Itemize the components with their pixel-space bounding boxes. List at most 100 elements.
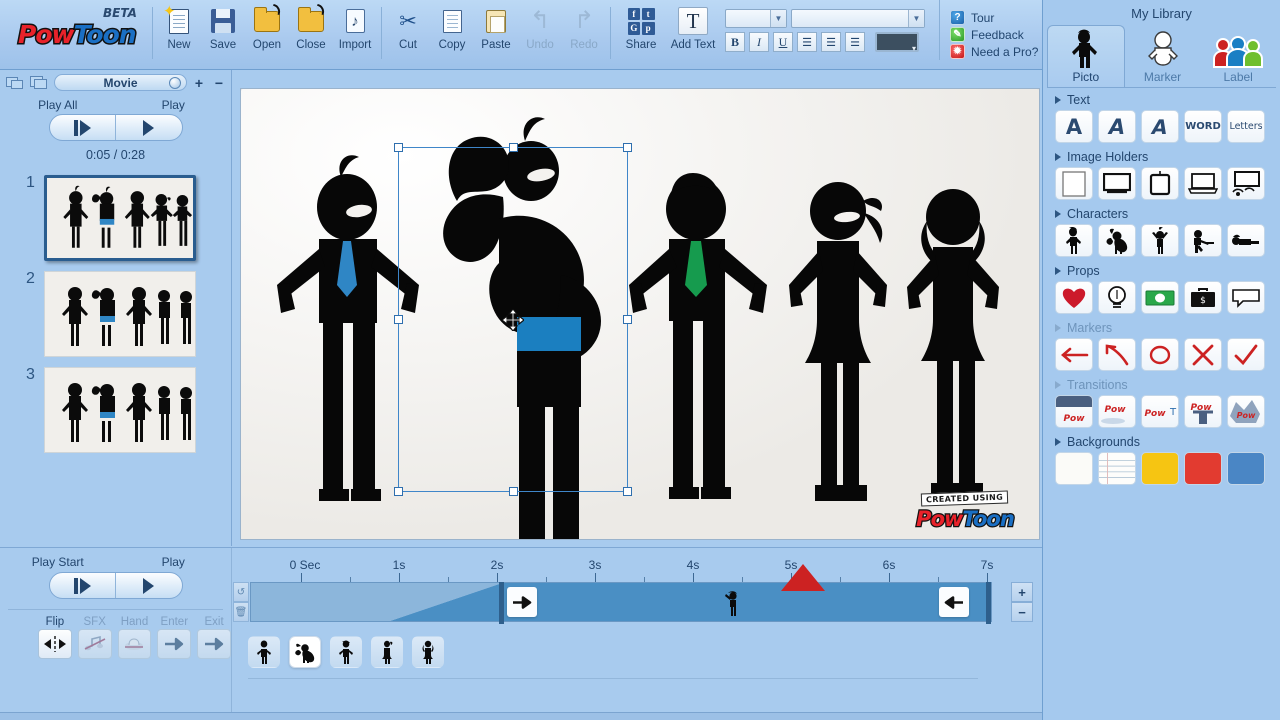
play-start-button[interactable] — [50, 573, 116, 598]
object-businessman-green-thumb[interactable] — [330, 636, 362, 668]
circle-marker-tile[interactable] — [1141, 338, 1179, 371]
tour-link[interactable]: ? Tour — [950, 9, 1038, 26]
play-button[interactable] — [115, 115, 182, 140]
arrow-left-marker-tile[interactable] — [1055, 338, 1093, 371]
timeline-zoom-in-button[interactable]: + — [1011, 582, 1033, 602]
paste-button[interactable]: Paste — [474, 0, 518, 62]
feedback-link[interactable]: ✎ Feedback — [950, 26, 1038, 43]
play-all-button[interactable] — [50, 115, 116, 140]
track-keyframe-character-icon[interactable] — [724, 591, 742, 617]
align-center-button[interactable]: ☰ — [821, 32, 841, 52]
section-header-markers[interactable]: Markers — [1043, 316, 1280, 337]
slide-thumbnail[interactable] — [44, 175, 196, 261]
selection-bounding-box[interactable] — [398, 147, 628, 492]
new-button[interactable]: ✦ New — [157, 0, 201, 62]
character-standing-tile[interactable] — [1055, 224, 1093, 257]
slide-item-1[interactable]: 1 — [0, 170, 231, 266]
undo-small-icon[interactable]: ↺ — [233, 582, 249, 602]
blank-frame-holder-tile[interactable] — [1055, 167, 1093, 200]
object-woman-bob-thumb[interactable] — [412, 636, 444, 668]
tab-marker[interactable]: Marker — [1125, 25, 1201, 87]
slide-canvas[interactable]: CREATED USING PowToon — [240, 88, 1040, 540]
redo-button[interactable]: ↱ Redo — [562, 0, 606, 62]
check-marker-tile[interactable] — [1227, 338, 1265, 371]
text-style-letters-tile[interactable]: Letters — [1227, 110, 1265, 143]
share-button[interactable]: f t G p Share — [615, 0, 667, 62]
open-button[interactable]: Open — [245, 0, 289, 62]
enter-button[interactable] — [157, 629, 191, 659]
underline-button[interactable]: U — [773, 32, 793, 52]
copy-button[interactable]: Copy — [430, 0, 474, 62]
timeline-ruler[interactable]: 0 Sec 1s 2s 3s 4s 5s 6s 7s — [233, 556, 1023, 582]
resize-handle-top-right[interactable] — [623, 143, 632, 152]
font-size-select[interactable]: ▼ — [791, 9, 925, 28]
character-cheering-tile[interactable] — [1141, 224, 1179, 257]
resize-handle-bottom-right[interactable] — [623, 487, 632, 496]
background-lined-paper-tile[interactable] — [1098, 452, 1136, 485]
single-slide-view-button[interactable] — [6, 75, 26, 91]
record-dot-icon[interactable] — [169, 77, 181, 89]
flip-button[interactable] — [38, 629, 72, 659]
text-style-word-tile[interactable]: WORD — [1184, 110, 1222, 143]
track-end-edge[interactable] — [986, 582, 991, 624]
app-logo[interactable]: PowToon BETA — [0, 0, 148, 70]
monitor-desk-holder-tile[interactable] — [1227, 167, 1265, 200]
tv-frame-holder-tile[interactable] — [1098, 167, 1136, 200]
add-slide-button[interactable]: + — [191, 74, 207, 91]
italic-button[interactable]: I — [749, 32, 769, 52]
character-lying-tile[interactable] — [1227, 224, 1265, 257]
section-header-image-holders[interactable]: Image Holders — [1043, 145, 1280, 166]
section-header-transitions[interactable]: Transitions — [1043, 373, 1280, 394]
project-name-field[interactable]: Movie — [54, 74, 187, 91]
object-woman-ponytail-thumb[interactable] — [371, 636, 403, 668]
section-header-props[interactable]: Props — [1043, 259, 1280, 280]
hanging-sign-holder-tile[interactable] — [1141, 167, 1179, 200]
resize-handle-top-center[interactable] — [509, 143, 518, 152]
section-header-backgrounds[interactable]: Backgrounds — [1043, 430, 1280, 451]
slide-item-2[interactable]: 2 — [0, 266, 231, 362]
enter-effect-marker[interactable] — [507, 587, 537, 617]
text-style-a1-tile[interactable]: A — [1055, 110, 1093, 143]
font-family-select[interactable]: ▼ — [725, 9, 787, 28]
trash-icon[interactable]: 🗑 — [233, 602, 249, 622]
background-red-tile[interactable] — [1184, 452, 1222, 485]
resize-handle-middle-left[interactable] — [394, 315, 403, 324]
text-style-a3-tile[interactable]: A — [1141, 110, 1179, 143]
remove-slide-button[interactable]: − — [211, 74, 227, 91]
tab-picto[interactable]: Picto — [1047, 25, 1125, 87]
import-button[interactable]: ♪ Import — [333, 0, 377, 62]
money-prop-tile[interactable] — [1141, 281, 1179, 314]
section-header-text[interactable]: Text — [1043, 88, 1280, 109]
slide-item-3[interactable]: 3 — [0, 362, 231, 458]
section-header-characters[interactable]: Characters — [1043, 202, 1280, 223]
track-start-edge[interactable] — [499, 582, 504, 624]
move-cursor-icon[interactable] — [502, 309, 524, 331]
transition-push-tile[interactable]: PowT — [1141, 395, 1179, 428]
transition-crumple-tile[interactable]: Pow — [1227, 395, 1265, 428]
timeline-zoom-out-button[interactable]: − — [1011, 602, 1033, 622]
timeline-play-button[interactable] — [115, 573, 182, 598]
slide-thumbnail[interactable] — [44, 271, 196, 357]
close-button[interactable]: Close — [289, 0, 333, 62]
save-button[interactable]: Save — [201, 0, 245, 62]
transition-lift-tile[interactable]: Pow — [1184, 395, 1222, 428]
speech-bubble-prop-tile[interactable] — [1227, 281, 1265, 314]
heart-prop-tile[interactable] — [1055, 281, 1093, 314]
exit-button[interactable] — [197, 629, 231, 659]
slide-thumbnail[interactable] — [44, 367, 196, 453]
tab-label[interactable]: Label — [1200, 25, 1276, 87]
bold-button[interactable]: B — [725, 32, 745, 52]
lightbulb-prop-tile[interactable] — [1098, 281, 1136, 314]
briefcase-prop-tile[interactable]: $ — [1184, 281, 1222, 314]
cross-marker-tile[interactable] — [1184, 338, 1222, 371]
align-left-button[interactable]: ☰ — [797, 32, 817, 52]
character-kicking-tile[interactable] — [1098, 224, 1136, 257]
playhead-marker[interactable] — [781, 564, 825, 591]
cut-button[interactable]: ✂ Cut — [386, 0, 430, 62]
align-right-button[interactable]: ☰ — [845, 32, 865, 52]
undo-button[interactable]: ↰ Undo — [518, 0, 562, 62]
arrow-diagonal-marker-tile[interactable] — [1098, 338, 1136, 371]
transition-slide-down-tile[interactable]: Pow — [1055, 395, 1093, 428]
object-superhero-thumb[interactable] — [289, 636, 321, 668]
object-timeline-track[interactable] — [250, 582, 992, 622]
